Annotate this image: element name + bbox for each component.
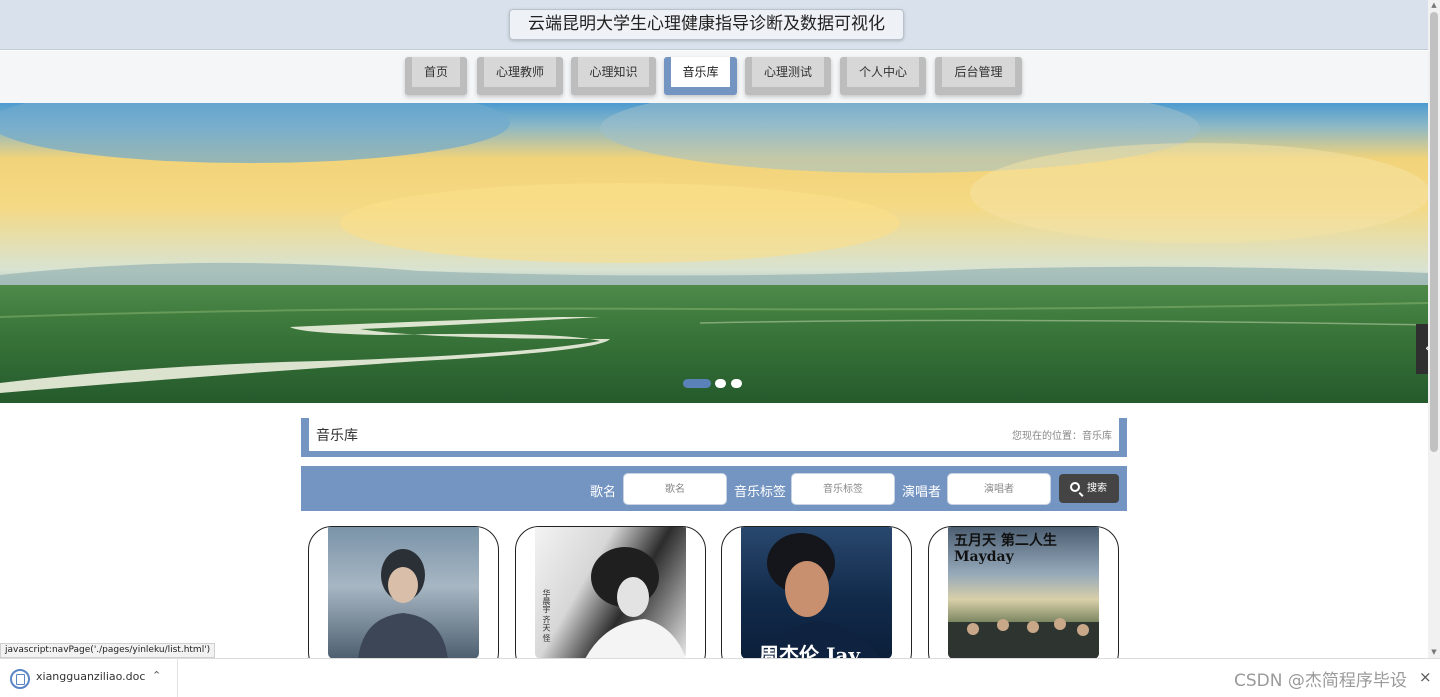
album-cover-text: 周杰伦 Jay (759, 643, 861, 659)
nav-item-knowledge[interactable]: 心理知识 (571, 57, 656, 95)
site-header: 云端昆明大学生心理健康指导诊断及数据可视化 (0, 0, 1428, 50)
album-cover-image: 周杰伦 Jay (741, 527, 892, 659)
album-cover-text: 华晨宇 齐天 怪 (542, 589, 551, 643)
document-icon (10, 669, 30, 689)
album-cover-image (328, 527, 479, 659)
music-card[interactable]: 周杰伦 Jay (721, 526, 912, 676)
nav-item-home[interactable]: 首页 (405, 57, 467, 95)
carousel-dot[interactable] (715, 379, 726, 388)
music-card[interactable] (308, 526, 499, 676)
nav-item-label: 音乐库 (671, 57, 730, 87)
carousel-dot[interactable] (683, 379, 711, 388)
status-url: javascript:navPage('./pages/yinleku/list… (0, 643, 216, 658)
main-nav: 首页 心理教师 心理知识 音乐库 心理测试 个人中心 后台管理 (0, 51, 1428, 103)
portrait-silhouette (358, 549, 448, 659)
site-title: 云端昆明大学生心理健康指导诊断及数据可视化 (509, 9, 904, 40)
nav-item-label: 心理教师 (484, 57, 556, 87)
scroll-down-arrow-icon[interactable]: ▼ (1430, 648, 1438, 656)
song-name-label: 歌名 (590, 485, 617, 500)
nav-item-profile[interactable]: 个人中心 (840, 57, 926, 95)
download-file-name: xiangguanziliao.doc (36, 670, 146, 683)
section-header: 音乐库 您现在的位置：音乐库 (301, 418, 1127, 457)
banner-landscape-image (0, 103, 1428, 403)
nav-item-label: 心理测试 (752, 57, 824, 87)
portrait-silhouette (585, 547, 686, 659)
scroll-up-arrow-icon[interactable]: ▲ (1430, 1, 1438, 9)
close-icon[interactable]: × (1419, 668, 1432, 686)
singer-input[interactable] (947, 473, 1051, 505)
page: 云端昆明大学生心理健康指导诊断及数据可视化 首页 心理教师 心理知识 音乐库 心… (0, 0, 1440, 697)
song-name-input[interactable] (623, 473, 727, 505)
album-cover-image: 华晨宇 齐天 怪 (535, 527, 686, 659)
music-tag-label: 音乐标签 (734, 485, 787, 500)
singer-label: 演唱者 (902, 485, 942, 500)
search-bar: 歌名 音乐标签 演唱者 搜索 (301, 466, 1127, 511)
search-button[interactable]: 搜索 (1059, 474, 1119, 503)
csdn-watermark: CSDN @杰简程序毕设 (1234, 671, 1407, 691)
download-bar: xiangguanziliao.doc ⌃ CSDN @杰简程序毕设 × (0, 658, 1440, 697)
nav-item-label: 个人中心 (847, 57, 919, 87)
nav-item-admin[interactable]: 后台管理 (935, 57, 1022, 95)
nav-item-label: 后台管理 (942, 57, 1015, 87)
search-button-label: 搜索 (1087, 483, 1107, 494)
album-cover-image: 五月天 第二人生 Mayday (948, 527, 1099, 659)
chevron-up-icon[interactable]: ⌃ (152, 669, 161, 682)
nav-item-music-library[interactable]: 音乐库 (664, 57, 737, 95)
album-cover-text: 五月天 第二人生 Mayday (954, 533, 1057, 565)
search-icon (1070, 482, 1080, 492)
music-card[interactable]: 五月天 第二人生 Mayday (928, 526, 1119, 676)
download-item[interactable]: xiangguanziliao.doc ⌃ (0, 659, 178, 697)
carousel-dot[interactable] (731, 379, 742, 388)
music-tag-input[interactable] (791, 473, 895, 505)
banner-carousel[interactable] (0, 103, 1428, 403)
nav-item-label: 心理知识 (578, 57, 649, 87)
page-scrollbar[interactable]: ▲ ▼ (1428, 0, 1440, 658)
breadcrumb: 您现在的位置：音乐库 (1012, 431, 1112, 442)
nav-item-teachers[interactable]: 心理教师 (477, 57, 563, 95)
nav-item-tests[interactable]: 心理测试 (745, 57, 831, 95)
nav-item-label: 首页 (412, 57, 460, 87)
section-title: 音乐库 (316, 428, 358, 444)
music-card[interactable]: 华晨宇 齐天 怪 (515, 526, 706, 676)
scrollbar-thumb[interactable] (1430, 12, 1438, 452)
